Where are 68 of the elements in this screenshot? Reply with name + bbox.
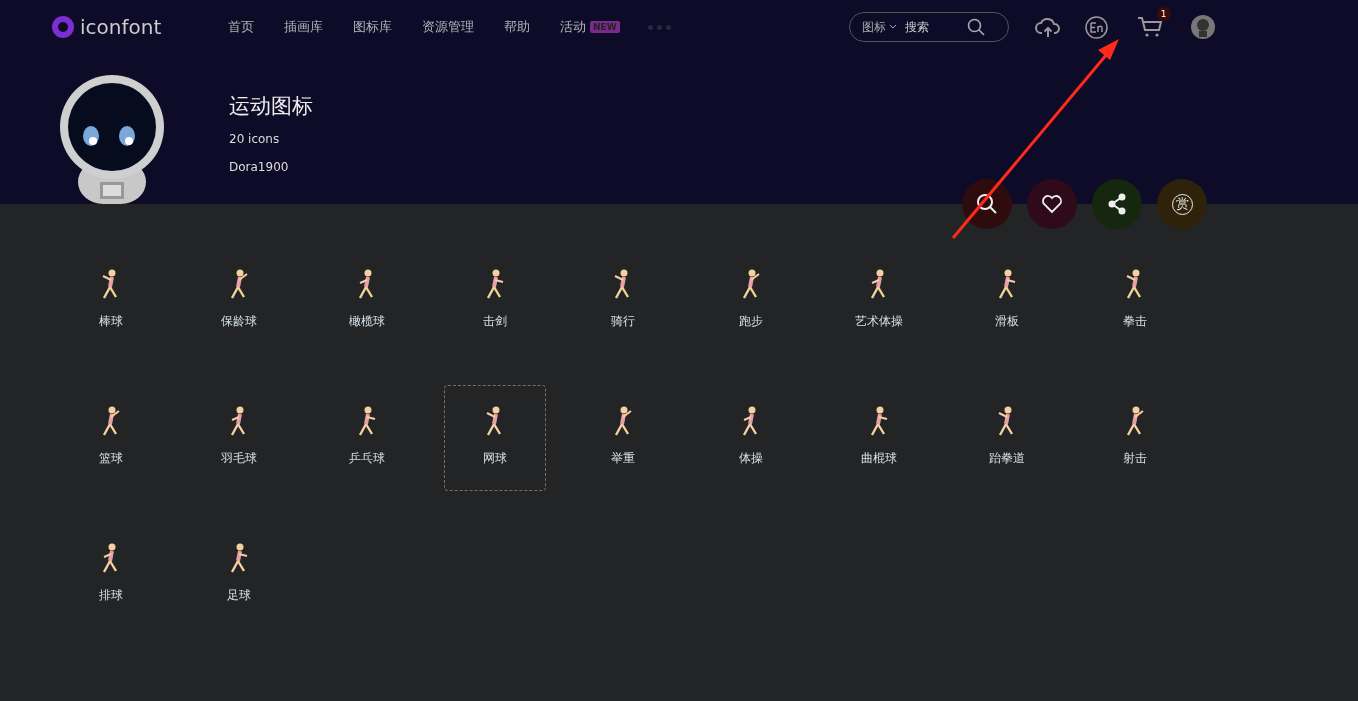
icon-label: 橄榄球 xyxy=(349,313,385,330)
icon-tile[interactable]: 橄榄球 xyxy=(316,248,418,354)
favorite-button[interactable] xyxy=(1027,179,1077,229)
icon-tile[interactable]: 跆拳道 xyxy=(956,385,1058,491)
search-icon xyxy=(976,193,998,215)
nav-link[interactable]: 资源管理 xyxy=(422,18,474,36)
nav-link[interactable]: 帮助 xyxy=(504,18,530,36)
author-name[interactable]: Dora1900 xyxy=(229,160,313,174)
icon-label: 羽毛球 xyxy=(221,450,257,467)
icon-tile[interactable]: 足球 xyxy=(188,522,290,628)
icon-label: 射击 xyxy=(1123,450,1147,467)
icon-tile[interactable]: 棒球 xyxy=(60,248,162,354)
nav-link[interactable]: 插画库 xyxy=(284,18,323,36)
language-icon[interactable] xyxy=(1084,15,1108,39)
icon-tile[interactable]: 排球 xyxy=(60,522,162,628)
icon-tile[interactable]: 跑步 xyxy=(700,248,802,354)
icon-tile[interactable]: 艺术体操 xyxy=(828,248,930,354)
icon-label: 体操 xyxy=(739,450,763,467)
icon-tile[interactable]: 篮球 xyxy=(60,385,162,491)
logo-icon xyxy=(52,16,74,38)
nav-link[interactable]: 首页 xyxy=(228,18,254,36)
icon-tile[interactable]: 曲棍球 xyxy=(828,385,930,491)
nav-link[interactable]: 活动 NEW xyxy=(560,18,620,36)
new-badge: NEW xyxy=(590,21,620,33)
upload-cloud-icon[interactable] xyxy=(1034,16,1061,38)
icon-label: 滑板 xyxy=(995,313,1019,330)
icon-label: 篮球 xyxy=(99,450,123,467)
cart-count: 1 xyxy=(1156,7,1171,21)
icon-tile[interactable]: 滑板 xyxy=(956,248,1058,354)
icon-tile[interactable]: 射击 xyxy=(1084,385,1186,491)
icon-label: 击剑 xyxy=(483,313,507,330)
share-button[interactable] xyxy=(1092,179,1142,229)
icon-tile[interactable]: 羽毛球 xyxy=(188,385,290,491)
icon-count: 20 icons xyxy=(229,132,281,146)
icon-label: 跑步 xyxy=(739,313,763,330)
search-button[interactable] xyxy=(962,179,1012,229)
icon-label: 艺术体操 xyxy=(855,313,903,330)
icon-tile[interactable]: 击剑 xyxy=(444,248,546,354)
nav-link-text: 活动 xyxy=(560,18,586,36)
icon-label: 骑行 xyxy=(611,313,635,330)
logo-text[interactable]: iconfont xyxy=(80,15,162,39)
icon-label: 曲棍球 xyxy=(861,450,897,467)
avatar-icon[interactable] xyxy=(1190,15,1215,39)
icon-tile[interactable]: 举重 xyxy=(572,385,674,491)
icon-tile[interactable]: 网球 xyxy=(444,385,546,491)
collection-title: 运动图标 xyxy=(229,93,313,120)
icon-label: 保龄球 xyxy=(221,313,257,330)
chevron-icon xyxy=(888,24,897,30)
icon-label: 乒乓球 xyxy=(349,450,385,467)
icon-label: 网球 xyxy=(483,450,507,467)
search-icon[interactable] xyxy=(966,18,985,36)
share-icon xyxy=(1107,193,1127,215)
icon-label: 棒球 xyxy=(99,313,123,330)
icon-label: 拳击 xyxy=(1123,313,1147,330)
nav-link[interactable]: 图标库 xyxy=(353,18,392,36)
heart-icon xyxy=(1041,194,1063,214)
icon-label: 足球 xyxy=(227,587,251,604)
icon-tile[interactable]: 拳击 xyxy=(1084,248,1186,354)
icon-tile[interactable]: 骑行 xyxy=(572,248,674,354)
icon-label: 举重 xyxy=(611,450,635,467)
reward-button[interactable]: 赏 xyxy=(1157,179,1207,229)
cart-icon[interactable] xyxy=(1136,16,1163,38)
icon-tile[interactable]: 保龄球 xyxy=(188,248,290,354)
scope-dropdown[interactable]: 图标 xyxy=(849,13,903,41)
icon-tile[interactable]: 乒乓球 xyxy=(316,385,418,491)
icon-tile[interactable]: 体操 xyxy=(700,385,802,491)
icon-label: 跆拳道 xyxy=(989,450,1025,467)
icon-label: 排球 xyxy=(99,587,123,604)
